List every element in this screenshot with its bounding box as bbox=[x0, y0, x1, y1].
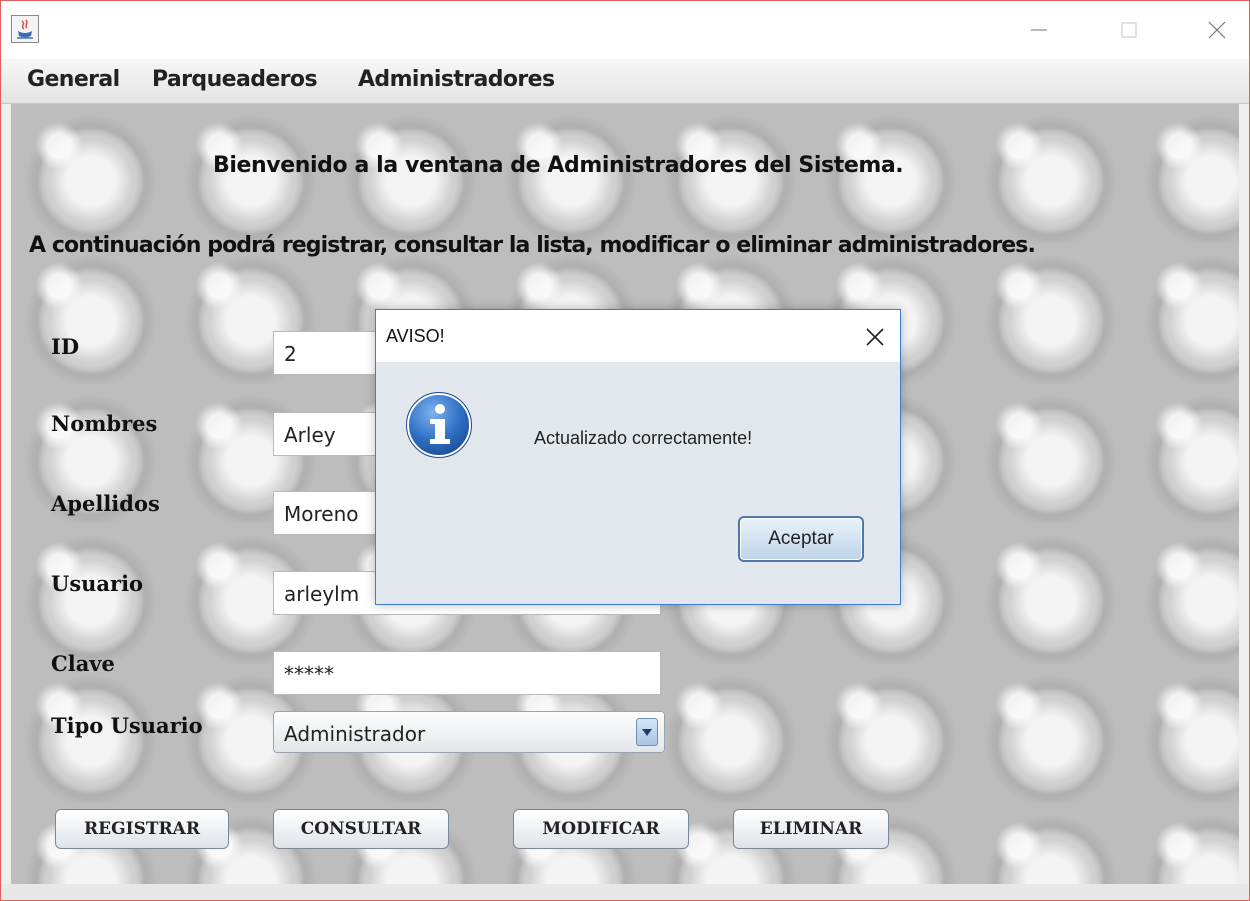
close-button[interactable] bbox=[1189, 1, 1245, 59]
maximize-button[interactable] bbox=[1101, 1, 1157, 59]
welcome-heading: Bienvenido a la ventana de Administrador… bbox=[213, 153, 904, 178]
dialog-title: AVISO! bbox=[386, 326, 445, 346]
tipo-usuario-value: Administrador bbox=[284, 722, 426, 746]
aviso-dialog: AVISO! Actualizado correctamente! Acepta… bbox=[375, 309, 901, 605]
apellidos-label: Apellidos bbox=[51, 491, 160, 516]
registrar-button[interactable]: REGISTRAR bbox=[55, 809, 229, 849]
consultar-button[interactable]: CONSULTAR bbox=[273, 809, 449, 849]
maximize-icon bbox=[1121, 22, 1137, 38]
chevron-down-icon bbox=[642, 729, 652, 736]
menu-parqueaderos[interactable]: Parqueaderos bbox=[152, 67, 318, 92]
minimize-button[interactable] bbox=[1011, 1, 1067, 59]
clave-field[interactable]: ***** bbox=[273, 651, 661, 695]
dialog-title-bar: AVISO! bbox=[376, 310, 900, 362]
java-app-icon bbox=[11, 15, 39, 43]
menu-general[interactable]: General bbox=[27, 67, 120, 92]
title-bar bbox=[1, 1, 1249, 59]
close-icon bbox=[866, 328, 884, 346]
tipo-usuario-select[interactable]: Administrador bbox=[273, 711, 665, 753]
usuario-label: Usuario bbox=[51, 571, 144, 596]
aceptar-button[interactable]: Aceptar bbox=[738, 516, 864, 562]
clave-label: Clave bbox=[51, 651, 115, 676]
window-bottom-strip bbox=[1, 884, 1249, 900]
close-icon bbox=[1208, 21, 1226, 39]
dropdown-arrow-button[interactable] bbox=[636, 718, 658, 746]
id-label: ID bbox=[51, 334, 80, 359]
dialog-message: Actualizado correctamente! bbox=[534, 428, 753, 448]
menu-bar: General Parqueaderos Administradores bbox=[1, 59, 1249, 104]
tipo-usuario-label: Tipo Usuario bbox=[51, 713, 203, 738]
modificar-button[interactable]: MODIFICAR bbox=[513, 809, 689, 849]
instructions-text: A continuación podrá registrar, consulta… bbox=[29, 233, 1036, 258]
eliminar-button[interactable]: ELIMINAR bbox=[733, 809, 889, 849]
dialog-close-button[interactable] bbox=[860, 322, 890, 352]
info-icon bbox=[406, 392, 472, 458]
menu-administradores[interactable]: Administradores bbox=[358, 67, 555, 92]
main-window: General Parqueaderos Administradores Bie… bbox=[0, 0, 1250, 901]
nombres-label: Nombres bbox=[51, 411, 158, 436]
minimize-icon bbox=[1031, 29, 1047, 31]
